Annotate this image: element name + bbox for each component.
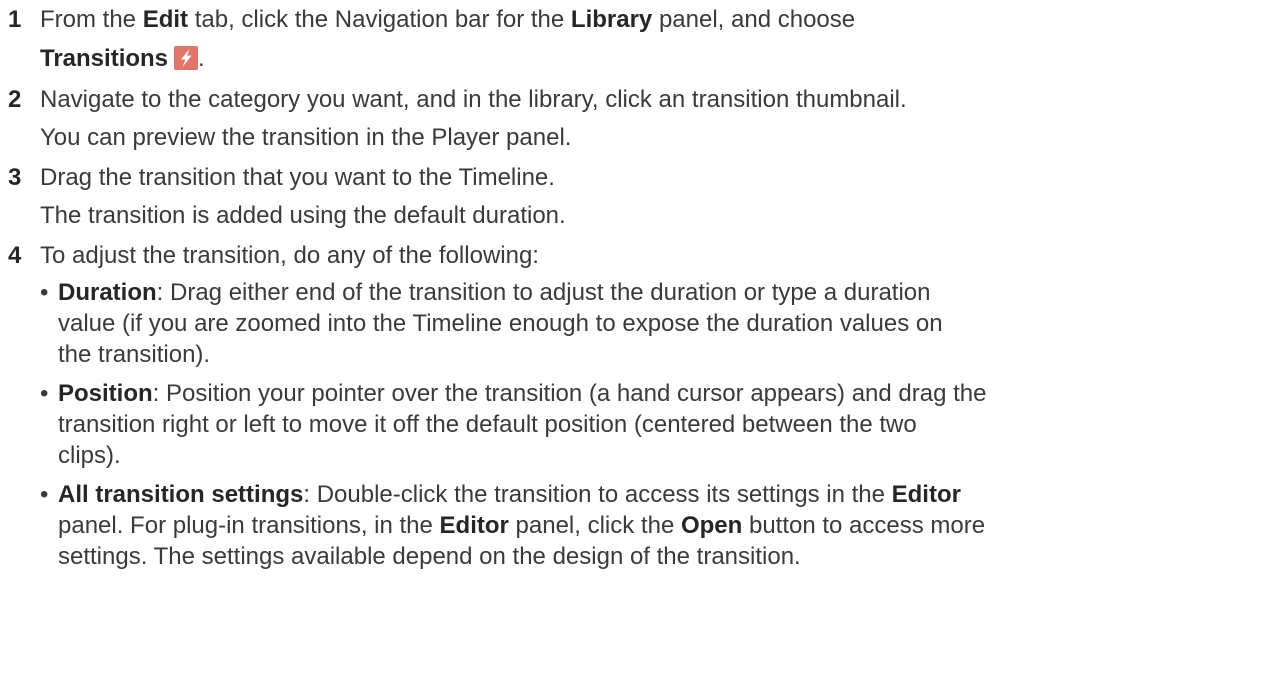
text-segment: : Double-click the transition to access … [303,481,892,508]
step-2-text: Navigate to the category you want, and i… [40,86,907,113]
step-number: 3 [8,164,22,191]
library-panel-label: Library [570,6,653,33]
bullet-line: transition right or left to move it off … [58,411,917,438]
list-item-position: • Position: Position your pointer over t… [40,378,1261,471]
text-segment: button to access more [742,512,986,539]
text-segment: tab, click the Navigation bar for the [188,6,571,33]
step-number: 4 [8,242,22,269]
editor-panel-label: Editor [891,481,961,508]
text-segment: : Drag either end of the transition to a… [156,279,931,306]
text-segment: panel. For plug-in transitions, in the [58,512,440,539]
open-button-label: Open [680,512,743,539]
step-1-line-1: From the Edit tab, click the Navigation … [40,1,1261,38]
text-segment: : Position your pointer over the transit… [152,380,987,407]
bullet-line: Position: Position your pointer over the… [58,378,1261,409]
bullet-line: value (if you are zoomed into the Timeli… [58,310,943,337]
edit-tab-label: Edit [142,6,189,33]
bullet-dot: • [40,380,49,407]
transitions-label: Transitions [40,45,169,72]
bullet-line: settings. The settings available depend … [58,543,801,570]
step-3-note: The transition is added using the defaul… [40,202,566,229]
bullet-line: All transition settings: Double-click th… [58,479,1261,510]
bullet-dot: • [40,481,49,508]
editor-panel-label: Editor [439,512,509,539]
step-1: 1 From the Edit tab, click the Navigatio… [0,1,1261,80]
list-item-duration: • Duration: Drag either end of the trans… [40,277,1261,370]
text-segment: . [198,45,205,72]
list-item-all-transition-settings: • All transition settings: Double-click … [40,479,1261,572]
text-segment: panel, click the [508,512,681,539]
step-3-text: Drag the transition that you want to the… [40,164,555,191]
bullet-dot: • [40,279,49,306]
adjustment-options-list: • Duration: Drag either end of the trans… [40,277,1261,572]
bullet-line: the transition). [58,341,211,368]
bullet-line: clips). [58,442,121,469]
text-segment: panel, and choose [652,6,856,33]
bullet-line: panel. For plug-in transitions, in the E… [58,510,1261,541]
text-segment: From the [40,6,143,33]
bullet-term: Duration [58,279,157,306]
bullet-line: Duration: Drag either end of the transit… [58,277,1261,308]
step-4: 4 To adjust the transition, do any of th… [0,237,1261,572]
step-2-note: You can preview the transition in the Pl… [40,124,572,151]
instruction-document: 1 From the Edit tab, click the Navigatio… [0,0,1261,580]
step-4-text: To adjust the transition, do any of the … [40,242,539,269]
bullet-term: Position [58,380,153,407]
step-number: 1 [8,6,22,33]
lightning-bolt-icon [174,46,199,70]
step-number: 2 [8,86,22,113]
step-3: 3 Drag the transition that you want to t… [0,159,1261,235]
step-2: 2 Navigate to the category you want, and… [0,81,1261,157]
step-1-line-2: Transitions. [40,38,1261,80]
bullet-term: All transition settings [58,481,304,508]
